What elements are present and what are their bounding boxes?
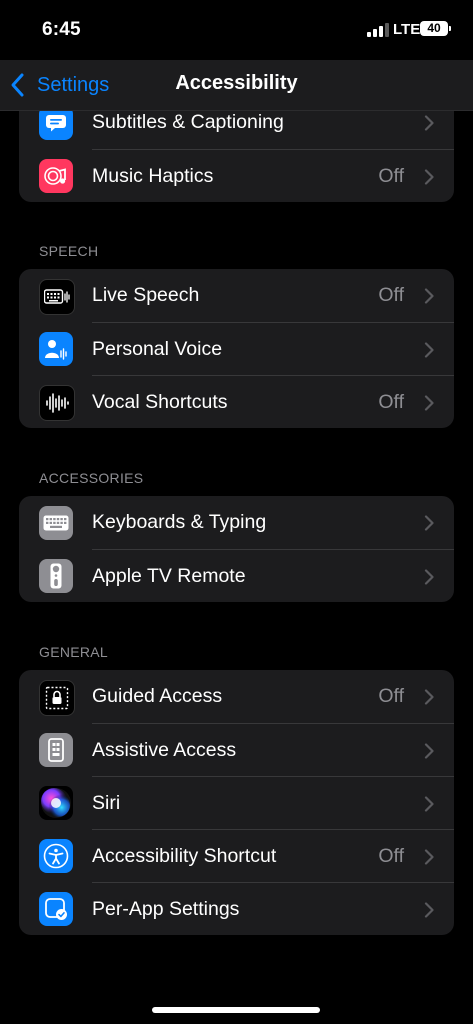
assistive-access-icon (39, 732, 73, 767)
row-accessibility-shortcut[interactable]: Accessibility Shortcut Off (19, 829, 454, 882)
row-label: Subtitles & Captioning (92, 111, 284, 133)
person-waveform-icon (39, 331, 73, 366)
row-assistive-access[interactable]: Assistive Access (19, 723, 454, 776)
remote-icon (39, 558, 73, 593)
row-value: Off (378, 685, 404, 707)
section-header-general: GENERAL (39, 644, 109, 660)
chevron-right-icon (424, 743, 434, 759)
chevron-right-icon (424, 849, 434, 865)
status-bar: 6:45 LTE 40 (0, 0, 473, 60)
row-value: Off (378, 165, 404, 187)
group-accessories: Keyboards & Typing Apple TV Remote (19, 496, 454, 602)
navigation-bar: Settings Accessibility (0, 60, 473, 111)
status-time: 6:45 (42, 19, 81, 40)
group-speech: Live Speech Off Personal Voice Vocal Sho… (19, 269, 454, 428)
music-haptics-icon (39, 158, 73, 193)
row-apple-tv-remote[interactable]: Apple TV Remote (19, 549, 454, 602)
keyboard-waveform-icon (39, 278, 75, 315)
home-indicator[interactable] (152, 1007, 320, 1013)
row-keyboards-typing[interactable]: Keyboards & Typing (19, 496, 454, 549)
row-per-app-settings[interactable]: Per-App Settings (19, 882, 454, 935)
row-label: Guided Access (92, 685, 223, 707)
chevron-right-icon (424, 169, 434, 185)
row-vocal-shortcuts[interactable]: Vocal Shortcuts Off (19, 375, 454, 428)
chevron-right-icon (424, 395, 434, 411)
captions-icon (39, 111, 73, 140)
row-siri[interactable]: Siri (19, 776, 454, 829)
chevron-right-icon (424, 569, 434, 585)
row-label: Apple TV Remote (92, 565, 246, 587)
row-subtitles-captioning[interactable]: Subtitles & Captioning (19, 111, 454, 149)
settings-list[interactable]: Subtitles & Captioning Music Haptics Off… (0, 111, 473, 1024)
row-label: Music Haptics (92, 165, 214, 187)
group-media: Subtitles & Captioning Music Haptics Off (19, 111, 454, 202)
row-label: Live Speech (92, 284, 200, 306)
chevron-right-icon (424, 515, 434, 531)
row-value: Off (378, 845, 404, 867)
row-label: Personal Voice (92, 338, 223, 360)
battery-icon: 40 (420, 21, 451, 36)
chevron-right-icon (424, 796, 434, 812)
row-label: Assistive Access (92, 739, 237, 761)
chevron-right-icon (424, 115, 434, 131)
row-guided-access[interactable]: Guided Access Off (19, 670, 454, 723)
per-app-icon (39, 891, 73, 926)
row-label: Keyboards & Typing (92, 511, 267, 533)
chevron-right-icon (424, 342, 434, 358)
row-value: Off (378, 284, 404, 306)
network-type: LTE (393, 21, 421, 38)
chevron-right-icon (424, 689, 434, 705)
page-title: Accessibility (175, 72, 298, 94)
accessibility-icon (39, 838, 73, 873)
siri-icon (39, 785, 73, 820)
chevron-right-icon (424, 288, 434, 304)
section-header-accessories: ACCESSORIES (39, 470, 144, 486)
lock-icon (39, 679, 75, 716)
group-general: Guided Access Off Assistive Access Siri … (19, 670, 454, 935)
row-label: Siri (92, 792, 121, 814)
section-header-speech: SPEECH (39, 243, 99, 259)
keyboard-icon (39, 505, 73, 540)
row-personal-voice[interactable]: Personal Voice (19, 322, 454, 375)
row-music-haptics[interactable]: Music Haptics Off (19, 149, 454, 202)
waveform-icon (39, 384, 75, 421)
row-value: Off (378, 391, 404, 413)
chevron-right-icon (424, 902, 434, 918)
row-label: Accessibility Shortcut (92, 845, 277, 867)
cellular-signal-icon (367, 23, 389, 37)
row-label: Vocal Shortcuts (92, 391, 228, 413)
row-label: Per-App Settings (92, 898, 240, 920)
row-live-speech[interactable]: Live Speech Off (19, 269, 454, 322)
